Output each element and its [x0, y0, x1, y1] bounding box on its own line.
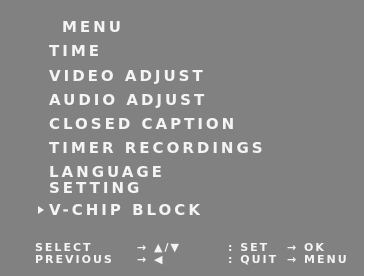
menu-item-video-adjust[interactable]: VIDEO ADJUST: [49, 66, 206, 86]
menu-item-setting[interactable]: SETTING: [49, 178, 142, 198]
selection-pointer-icon: [38, 206, 44, 214]
menu-item-time[interactable]: TIME: [49, 41, 102, 61]
footer-previous-label: PREVIOUS: [35, 253, 114, 266]
footer-quit-target: → MENU: [287, 253, 349, 266]
footer-previous-keys: → ◀: [137, 253, 165, 266]
menu-item-timer-recordings[interactable]: TIMER RECORDINGS: [49, 138, 266, 158]
menu-item-closed-caption[interactable]: CLOSED CAPTION: [49, 114, 237, 134]
menu-item-v-chip-block[interactable]: V-CHIP BLOCK: [49, 200, 203, 220]
osd-menu-panel: MENU TIME VIDEO ADJUST AUDIO ADJUST CLOS…: [0, 0, 364, 276]
menu-title: MENU: [62, 18, 124, 36]
menu-item-audio-adjust[interactable]: AUDIO ADJUST: [49, 90, 207, 110]
footer-quit-label: : QUIT: [228, 253, 279, 266]
